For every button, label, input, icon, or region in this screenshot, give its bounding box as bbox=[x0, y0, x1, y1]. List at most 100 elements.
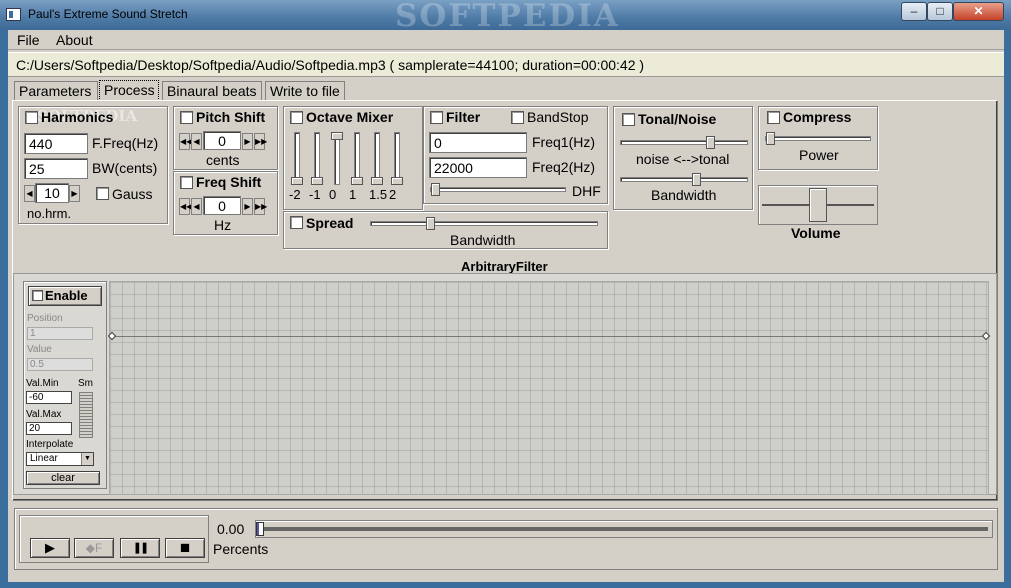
position-label: Position bbox=[27, 313, 63, 324]
pitch-shift-title: Pitch Shift bbox=[196, 109, 266, 125]
pitch-shift-decrement-button[interactable]: ◀ bbox=[191, 133, 202, 150]
pitch-shift-fast-increment-button[interactable]: ▶▶ bbox=[254, 133, 267, 150]
spread-bandwidth-thumb[interactable] bbox=[425, 217, 435, 230]
freeze-label: F bbox=[94, 541, 103, 555]
close-button[interactable]: ✕ bbox=[953, 2, 1004, 21]
freq-shift-decrement-button[interactable]: ◀ bbox=[191, 198, 202, 215]
bandstop-label: BandStop bbox=[527, 109, 589, 125]
maximize-button[interactable]: □ bbox=[927, 2, 953, 21]
octave-slider-thumb-1[interactable] bbox=[311, 177, 323, 185]
octave-slider-thumb-5[interactable] bbox=[391, 177, 403, 185]
freq-shift-checkbox[interactable] bbox=[180, 176, 193, 189]
dhf-label: DHF bbox=[572, 183, 601, 199]
harmonics-increment-button[interactable]: ▶ bbox=[69, 185, 80, 202]
pitch-shift-fast-decrement-button[interactable]: ◀◀ bbox=[179, 133, 192, 150]
pause-button[interactable]: ❚❚ bbox=[120, 538, 160, 558]
octave-slider-thumb-2[interactable] bbox=[331, 132, 343, 140]
gauss-checkbox[interactable] bbox=[96, 187, 109, 200]
dhf-slider[interactable] bbox=[430, 183, 566, 196]
position-thumb[interactable] bbox=[256, 522, 264, 536]
bandwidth-cents-input[interactable]: 25 bbox=[24, 158, 88, 179]
menu-bar: File About bbox=[8, 30, 1004, 50]
filter-curve bbox=[110, 336, 988, 337]
tab-write-to-file[interactable]: Write to file bbox=[265, 81, 345, 101]
compress-title: Compress bbox=[783, 109, 852, 125]
tab-parameters[interactable]: Parameters bbox=[14, 81, 98, 101]
compress-power-slider[interactable] bbox=[765, 132, 871, 145]
pitch-shift-unit: cents bbox=[206, 152, 240, 168]
filter-checkbox[interactable] bbox=[430, 111, 443, 124]
pitch-shift-increment-button[interactable]: ▶ bbox=[242, 133, 253, 150]
tonal-noise-title: Tonal/Noise bbox=[638, 111, 717, 127]
compress-checkbox[interactable] bbox=[767, 111, 780, 124]
freq-shift-input[interactable]: 0 bbox=[203, 196, 241, 215]
freq-shift-unit: Hz bbox=[214, 217, 232, 233]
pitch-shift-input[interactable]: 0 bbox=[203, 131, 241, 150]
pitch-shift-checkbox[interactable] bbox=[180, 111, 193, 124]
filter-point-end[interactable] bbox=[981, 331, 991, 341]
tonal-noise-checkbox[interactable] bbox=[622, 113, 635, 126]
smooth-slider[interactable] bbox=[79, 392, 93, 438]
stop-button[interactable]: ■ bbox=[165, 538, 205, 558]
softpedia-watermark: SOFTPEDIA bbox=[395, 0, 620, 34]
harmonics-count-input[interactable]: 10 bbox=[35, 183, 69, 203]
freq-shift-fast-increment-button[interactable]: ▶▶ bbox=[254, 198, 267, 215]
octave-label-1: -1 bbox=[309, 187, 321, 202]
chevron-down-icon[interactable]: ▼ bbox=[81, 453, 93, 465]
position-input[interactable]: 1 bbox=[27, 327, 93, 340]
tonal-noise-group: Tonal/Noise noise <-->tonal Bandwidth bbox=[613, 106, 753, 210]
interpolate-select[interactable]: Linear ▼ bbox=[26, 452, 94, 466]
noise-tonal-thumb[interactable] bbox=[705, 136, 715, 149]
octave-label-5: 2 bbox=[389, 187, 397, 202]
harmonics-checkbox[interactable] bbox=[25, 111, 38, 124]
noise-tonal-slider[interactable] bbox=[620, 136, 748, 149]
freq-shift-increment-button[interactable]: ▶ bbox=[242, 198, 253, 215]
octave-slider-thumb-0[interactable] bbox=[291, 177, 303, 185]
menu-file[interactable]: File bbox=[17, 32, 40, 48]
freq-shift-fast-decrement-button[interactable]: ◀◀ bbox=[179, 198, 192, 215]
clear-button[interactable]: clear bbox=[26, 471, 100, 485]
compress-group: Compress Power bbox=[758, 106, 878, 170]
tonal-bandwidth-slider[interactable] bbox=[620, 173, 748, 186]
enable-toggle[interactable]: Enable bbox=[28, 286, 102, 306]
main-window: File About C:/Users/Softpedia/Desktop/So… bbox=[8, 30, 1004, 582]
tab-binaural-beats[interactable]: Binaural beats bbox=[162, 81, 262, 101]
tonal-bandwidth-thumb[interactable] bbox=[691, 173, 701, 186]
tab-process[interactable]: Process bbox=[99, 80, 159, 101]
octave-label-3: 1 bbox=[349, 187, 357, 202]
volume-slider[interactable] bbox=[758, 185, 878, 225]
compress-power-thumb[interactable] bbox=[766, 132, 775, 145]
process-panel: SOFTPEDIA Harmonics 440 F.Freq(Hz) 25 BW… bbox=[12, 100, 998, 501]
minimize-button[interactable]: – bbox=[901, 2, 927, 21]
compress-power-label: Power bbox=[799, 147, 839, 163]
arbitrary-filter-controls: Enable Position 1 Value 0.5 Val.Min Sm -… bbox=[23, 281, 107, 489]
octave-slider-thumb-4[interactable] bbox=[371, 177, 383, 185]
bandstop-checkbox[interactable] bbox=[511, 111, 524, 124]
valmax-input[interactable]: 20 bbox=[26, 422, 72, 435]
harmonics-decrement-button[interactable]: ◀ bbox=[24, 185, 35, 202]
value-input[interactable]: 0.5 bbox=[27, 358, 93, 371]
enable-checkbox[interactable] bbox=[32, 290, 43, 301]
freeze-button[interactable]: ◆F bbox=[74, 538, 114, 558]
play-button[interactable]: ▶ bbox=[30, 538, 70, 558]
octave-slider-thumb-3[interactable] bbox=[351, 177, 363, 185]
octave-mixer-checkbox[interactable] bbox=[290, 111, 303, 124]
freq-shift-title: Freq Shift bbox=[196, 174, 262, 190]
freq2-input[interactable]: 22000 bbox=[429, 157, 527, 178]
arbitrary-filter-title: ArbitraryFilter bbox=[461, 259, 548, 274]
fundamental-freq-input[interactable]: 440 bbox=[24, 133, 88, 154]
menu-about[interactable]: About bbox=[56, 32, 93, 48]
freq1-input[interactable]: 0 bbox=[429, 132, 527, 153]
dhf-thumb[interactable] bbox=[431, 183, 440, 196]
volume-thumb[interactable] bbox=[809, 188, 827, 222]
valmin-input[interactable]: -60 bbox=[26, 391, 72, 404]
spread-checkbox[interactable] bbox=[290, 216, 303, 229]
position-slider[interactable] bbox=[255, 520, 993, 538]
arbitrary-filter-graph[interactable] bbox=[107, 281, 991, 495]
filter-title: Filter bbox=[446, 109, 481, 125]
transport-buttons: ▶ ◆F ❚❚ ■ bbox=[19, 515, 209, 563]
valmax-label: Val.Max bbox=[26, 409, 62, 420]
octave-label-0: -2 bbox=[289, 187, 301, 202]
spread-bandwidth-slider[interactable] bbox=[370, 217, 598, 230]
filter-point-start[interactable] bbox=[107, 331, 117, 341]
